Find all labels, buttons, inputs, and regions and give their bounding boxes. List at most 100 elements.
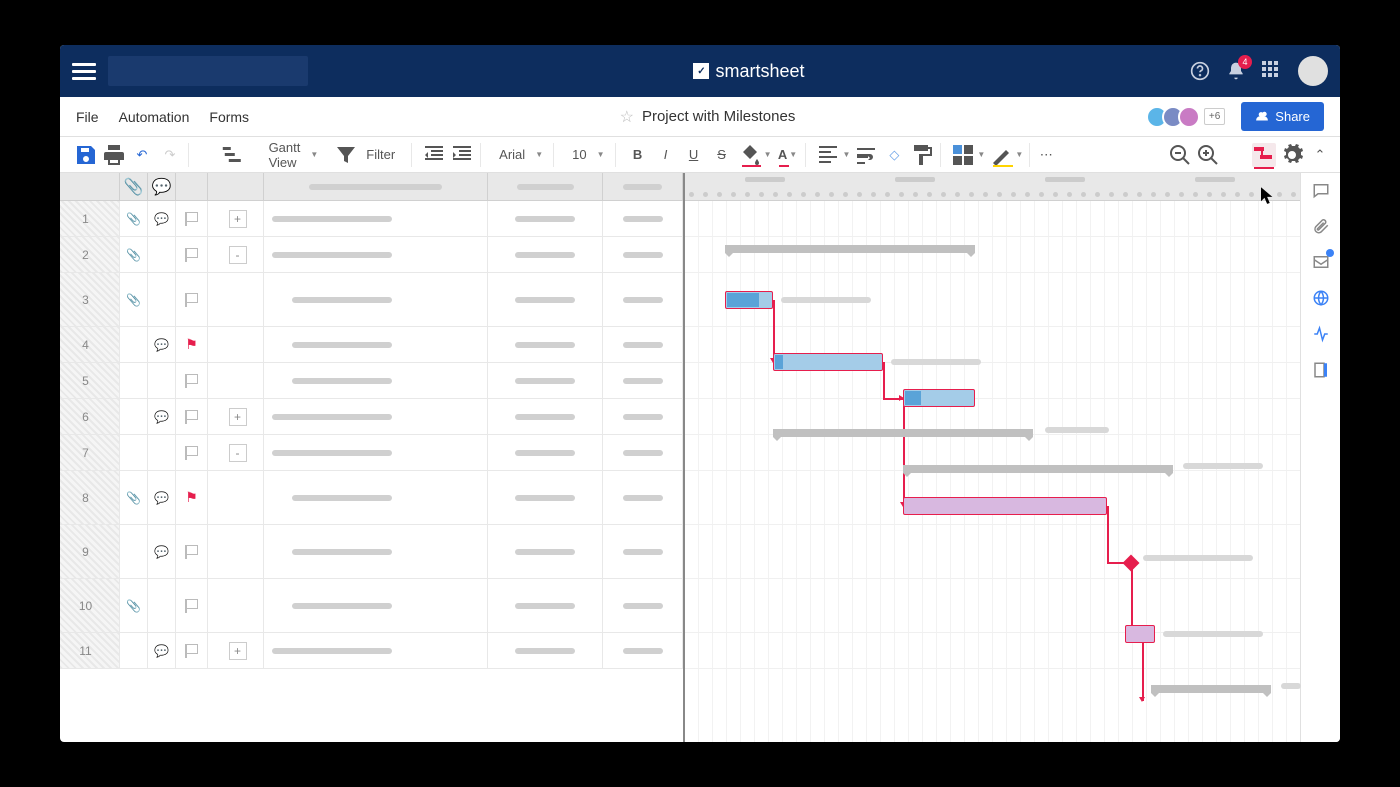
- row-comment-icon[interactable]: 💬: [148, 201, 176, 236]
- gantt-summary-bar[interactable]: [1151, 685, 1271, 693]
- star-icon[interactable]: ☆: [620, 107, 634, 127]
- menu-forms[interactable]: Forms: [209, 109, 249, 125]
- apps-grid-icon[interactable]: [1262, 61, 1282, 81]
- clear-format-icon[interactable]: ◇: [882, 143, 906, 167]
- row-attachment-icon[interactable]: 📎: [120, 201, 148, 236]
- save-icon[interactable]: [74, 143, 98, 167]
- task-name-cell[interactable]: [264, 471, 488, 524]
- row-flag-cell[interactable]: [176, 399, 208, 434]
- font-size-select[interactable]: 10 ▼: [564, 143, 608, 167]
- user-avatar[interactable]: [1298, 56, 1328, 86]
- font-family-select[interactable]: Arial ▼: [491, 143, 547, 167]
- row-comment-icon[interactable]: 💬: [148, 471, 176, 524]
- task-name-cell[interactable]: [264, 327, 488, 362]
- row-comment-icon[interactable]: 💬: [148, 399, 176, 434]
- row-attachment-icon[interactable]: [120, 435, 148, 470]
- row-comment-icon[interactable]: [148, 363, 176, 398]
- menu-hamburger-icon[interactable]: [72, 59, 96, 83]
- proofs-icon[interactable]: [1312, 253, 1330, 271]
- expand-toggle[interactable]: +: [229, 210, 247, 228]
- row-attachment-icon[interactable]: [120, 327, 148, 362]
- gantt-body[interactable]: [685, 201, 1300, 742]
- row-flag-cell[interactable]: [176, 525, 208, 578]
- print-icon[interactable]: [102, 143, 126, 167]
- publish-icon[interactable]: [1312, 289, 1330, 307]
- expand-toggle[interactable]: -: [229, 246, 247, 264]
- flag-outline-icon[interactable]: [185, 446, 199, 460]
- flag-red-icon[interactable]: ⚑: [185, 336, 198, 353]
- gantt-task-bar[interactable]: [903, 497, 1107, 515]
- row-comment-icon[interactable]: [148, 579, 176, 632]
- task-name-cell[interactable]: [264, 237, 488, 272]
- row-attachment-icon[interactable]: [120, 363, 148, 398]
- row-flag-cell[interactable]: [176, 435, 208, 470]
- wrap-icon[interactable]: [854, 143, 878, 167]
- task-name-cell[interactable]: [264, 435, 488, 470]
- row-attachment-icon[interactable]: [120, 633, 148, 668]
- task-name-cell[interactable]: [264, 579, 488, 632]
- gantt-summary-bar[interactable]: [773, 429, 1033, 437]
- collapse-toolbar-icon[interactable]: ⌃: [1308, 143, 1332, 167]
- gantt-task-bar[interactable]: [1125, 625, 1155, 643]
- summary-icon[interactable]: [1312, 361, 1330, 379]
- row-comment-icon[interactable]: 💬: [148, 525, 176, 578]
- italic-icon[interactable]: I: [654, 143, 678, 167]
- baselines-icon[interactable]: [1224, 143, 1248, 167]
- filter-button[interactable]: Filter: [328, 143, 405, 167]
- expand-toggle[interactable]: -: [229, 444, 247, 462]
- task-col3-cell[interactable]: [603, 399, 683, 434]
- row-flag-cell[interactable]: [176, 201, 208, 236]
- grid-row[interactable]: 6 💬 +: [60, 399, 683, 435]
- flag-outline-icon[interactable]: [185, 293, 199, 307]
- row-flag-cell[interactable]: [176, 579, 208, 632]
- row-comment-icon[interactable]: 💬: [148, 633, 176, 668]
- task-col2-cell[interactable]: [488, 399, 603, 434]
- task-col3-cell[interactable]: [603, 525, 683, 578]
- flag-outline-icon[interactable]: [185, 212, 199, 226]
- strikethrough-icon[interactable]: S: [710, 143, 734, 167]
- task-col2-cell[interactable]: [488, 435, 603, 470]
- header-col1[interactable]: [264, 173, 488, 200]
- row-flag-cell[interactable]: [176, 363, 208, 398]
- help-icon[interactable]: [1190, 61, 1210, 81]
- task-col3-cell[interactable]: [603, 273, 683, 326]
- row-flag-cell[interactable]: [176, 273, 208, 326]
- task-col2-cell[interactable]: [488, 237, 603, 272]
- row-comment-icon[interactable]: [148, 273, 176, 326]
- row-attachment-icon[interactable]: 📎: [120, 579, 148, 632]
- undo-icon[interactable]: ↶: [130, 143, 154, 167]
- flag-outline-icon[interactable]: [185, 599, 199, 613]
- row-attachment-icon[interactable]: [120, 399, 148, 434]
- redo-icon[interactable]: ↷: [158, 143, 182, 167]
- row-comment-icon[interactable]: 💬: [148, 327, 176, 362]
- zoom-out-icon[interactable]: [1168, 143, 1192, 167]
- conditional-format-icon[interactable]: ▼: [951, 143, 985, 167]
- expand-toggle[interactable]: +: [229, 408, 247, 426]
- activity-log-icon[interactable]: [1312, 325, 1330, 343]
- row-comment-icon[interactable]: [148, 435, 176, 470]
- row-flag-cell[interactable]: [176, 633, 208, 668]
- highlight-icon[interactable]: ▼: [989, 143, 1023, 167]
- document-title[interactable]: Project with Milestones: [642, 108, 795, 125]
- outdent-icon[interactable]: [422, 143, 446, 167]
- more-icon[interactable]: ⋯: [1034, 143, 1058, 167]
- task-col2-cell[interactable]: [488, 201, 603, 236]
- grid-row[interactable]: 3 📎: [60, 273, 683, 327]
- grid-row[interactable]: 7 -: [60, 435, 683, 471]
- task-col2-cell[interactable]: [488, 471, 603, 524]
- conversations-icon[interactable]: [1312, 181, 1330, 199]
- grid-row[interactable]: 10 📎: [60, 579, 683, 633]
- grid-row[interactable]: 8 📎 💬 ⚑: [60, 471, 683, 525]
- task-col3-cell[interactable]: [603, 327, 683, 362]
- gantt-task-bar[interactable]: [773, 353, 883, 371]
- task-col3-cell[interactable]: [603, 579, 683, 632]
- flag-outline-icon[interactable]: [185, 644, 199, 658]
- header-attachments-icon[interactable]: 📎: [120, 173, 148, 200]
- task-col3-cell[interactable]: [603, 237, 683, 272]
- flag-outline-icon[interactable]: [185, 545, 199, 559]
- task-col3-cell[interactable]: [603, 201, 683, 236]
- task-name-cell[interactable]: [264, 273, 488, 326]
- task-col2-cell[interactable]: [488, 327, 603, 362]
- row-flag-cell[interactable]: ⚑: [176, 327, 208, 362]
- share-button[interactable]: Share: [1241, 102, 1324, 131]
